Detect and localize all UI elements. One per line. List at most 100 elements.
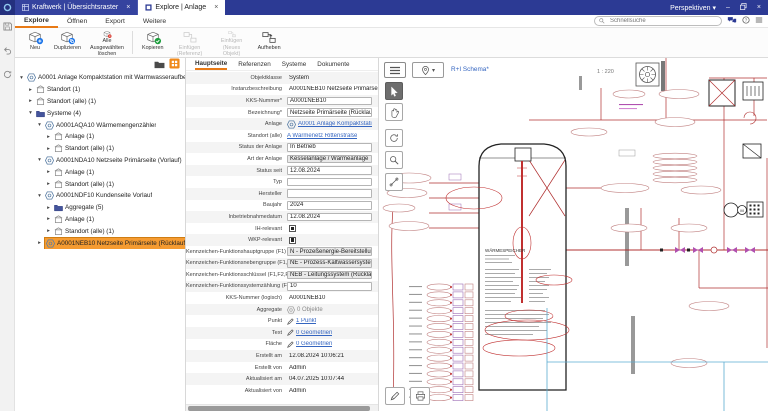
edit-drawing-button[interactable] <box>385 387 405 405</box>
tree-item[interactable]: ▸Anlage (1) <box>15 166 185 178</box>
expander-closed-icon[interactable]: ▸ <box>45 146 52 152</box>
tree-item[interactable]: ▾A0001NDF10 Kundenseite Vorlauf <box>15 190 185 202</box>
expander-closed-icon[interactable]: ▸ <box>45 216 52 222</box>
expander-open-icon[interactable]: ▾ <box>36 193 43 199</box>
alle-loeschen-button[interactable]: Alle Ausgewählten löschen <box>86 28 128 57</box>
expander-closed-icon[interactable]: ▸ <box>45 134 52 140</box>
property-input[interactable]: 2024 <box>287 201 372 210</box>
tab-kraftwerk[interactable]: Kraftwerk | Übersichtsraster × <box>15 0 138 15</box>
tree-item[interactable]: ▸Anlage (1) <box>15 131 185 143</box>
property-select[interactable]: Kesselanlage / Wärmeanlage <box>287 155 372 164</box>
property-input[interactable]: Netzseite Primärseite (Rücklauf) <box>287 108 372 117</box>
refresh-view-button[interactable] <box>385 129 403 147</box>
close-button[interactable]: × <box>757 4 761 11</box>
tree-item[interactable]: ▸Anlage (1) <box>15 214 185 226</box>
tree-item[interactable]: ▾A0001AQA10 Wärmemengenzähler <box>15 119 185 131</box>
chat-icon[interactable] <box>727 16 737 26</box>
close-tab-icon[interactable]: × <box>126 4 130 11</box>
pid-schematic[interactable]: 1 : 220 <box>379 58 768 411</box>
duplizieren-button[interactable]: Duplizieren <box>49 28 86 57</box>
tree-item[interactable]: ▸Aggregate (5) <box>15 202 185 214</box>
property-select[interactable]: N - Prozeßenergie-Bereitstellung für kra… <box>287 247 372 256</box>
button-label: Aufheben <box>258 45 281 51</box>
scheme-link[interactable]: R+I Schema* <box>451 66 489 73</box>
save-icon[interactable] <box>3 18 12 36</box>
print-button[interactable] <box>410 387 430 405</box>
quick-search[interactable] <box>594 16 722 26</box>
checkbox[interactable] <box>289 225 296 232</box>
property-input[interactable]: A0001NEB10 <box>287 97 372 106</box>
tree-item[interactable]: ▾A0001 Anlage Kompaktstation mit Warmwas… <box>15 72 185 84</box>
expander-open-icon[interactable]: ▾ <box>36 157 43 163</box>
tree-item[interactable]: ▸A0001NEB10 Netzseite Primärseite (Rückl… <box>15 237 185 249</box>
tree-item[interactable]: ▸Standort (1) <box>15 84 185 96</box>
tree-item[interactable]: ▸Standort (alle) (1) <box>15 225 185 237</box>
expander-closed-icon[interactable]: ▸ <box>27 98 34 104</box>
tree-item[interactable]: ▾Systeme (4) <box>15 107 185 119</box>
expander-open-icon[interactable]: ▾ <box>18 75 25 81</box>
tree-item[interactable]: ▸Standort (alle) (1) <box>15 96 185 108</box>
help-icon[interactable]: ? <box>742 16 750 26</box>
neu-button[interactable]: Neu <box>21 28 49 57</box>
minimize-button[interactable]: – <box>726 4 730 11</box>
search-input[interactable] <box>608 17 717 25</box>
property-link[interactable]: 0 Geometrien <box>296 341 332 347</box>
menu-oeffnen[interactable]: Öffnen <box>58 15 96 28</box>
titlebar-controls: Perspektiven ▾ – × <box>670 0 768 15</box>
expander-closed-icon[interactable]: ▸ <box>36 240 43 246</box>
tab-explore-anlage[interactable]: Explore | Anlage × <box>138 0 225 15</box>
property-link[interactable]: A0001 Anlage Kompaktstation mit Warmwass… <box>298 121 372 127</box>
expander-closed-icon[interactable]: ▸ <box>45 228 52 234</box>
property-input[interactable]: 10 <box>287 282 372 291</box>
expander-closed-icon[interactable]: ▸ <box>45 169 52 175</box>
tab-hauptseite[interactable]: Hauptseite <box>195 58 227 70</box>
checkbox[interactable] <box>289 237 296 244</box>
menu-export[interactable]: Export <box>96 15 134 28</box>
button-label: Neu <box>30 45 40 51</box>
menu-weitere[interactable]: Weitere <box>134 15 175 28</box>
horizontal-scrollbar[interactable] <box>186 404 378 411</box>
tab-referenzen[interactable]: Referenzen <box>238 58 271 70</box>
tree-item[interactable]: ▸Standort (alle) (1) <box>15 178 185 190</box>
einfuegen-referenz-button[interactable]: Einfügen (Referenz) <box>169 28 211 57</box>
einfuegen-neues-objekt-button[interactable]: Einfügen (Neues Objekt) <box>211 28 253 57</box>
perspektiven-menu[interactable]: Perspektiven ▾ <box>670 4 716 12</box>
viewer-menu-button[interactable] <box>384 62 406 78</box>
property-input[interactable]: 12.08.2024 <box>287 213 372 222</box>
expander-open-icon[interactable]: ▾ <box>27 110 34 116</box>
pan-tool-button[interactable] <box>385 103 403 121</box>
close-tab-icon[interactable]: × <box>214 4 218 11</box>
tab-dokumente[interactable]: Dokumente <box>317 58 349 70</box>
tab-systeme[interactable]: Systeme <box>282 58 307 70</box>
expander-closed-icon[interactable]: ▸ <box>45 205 52 211</box>
tree-item[interactable]: ▾A0001NDA10 Netzseite Primärseite (Vorla… <box>15 155 185 167</box>
hamburger-icon[interactable] <box>755 16 763 26</box>
kopieren-button[interactable]: Kopieren <box>137 28 169 57</box>
property-input[interactable] <box>287 178 372 187</box>
property-link[interactable]: 0 Geometrien <box>296 330 332 336</box>
menu-explore[interactable]: Explore <box>15 15 58 28</box>
location-dropdown[interactable]: ▾ <box>412 62 444 78</box>
tree-item-content: A0001NDF10 Kundenseite Vorlauf <box>45 190 152 202</box>
property-count[interactable]: 0 Objekte <box>297 307 323 313</box>
restore-button[interactable] <box>740 3 747 12</box>
zoom-tool-button[interactable] <box>385 151 403 169</box>
select-tool-button[interactable] <box>385 82 403 100</box>
tree-item[interactable]: ▸Standort (alle) (1) <box>15 143 185 155</box>
property-input[interactable] <box>287 189 372 198</box>
aufheben-button[interactable]: Aufheben <box>253 28 286 57</box>
measure-tool-button[interactable] <box>385 173 403 191</box>
expander-closed-icon[interactable]: ▸ <box>45 181 52 187</box>
property-link[interactable]: 1 Punkt <box>296 318 316 324</box>
expander-closed-icon[interactable]: ▸ <box>27 87 34 93</box>
refresh-icon[interactable] <box>3 66 12 84</box>
property-link[interactable]: A Wärmenetz Rittenstraße <box>287 133 357 139</box>
undo-icon[interactable] <box>3 42 12 60</box>
app-logo-icon[interactable] <box>0 0 15 15</box>
property-select[interactable]: NEB - Leitungssystem (Rücklauf) <box>287 271 372 280</box>
property-select[interactable]: NE - Prozess-Kaltwassersystem <box>287 259 372 268</box>
scrollbar-thumb[interactable] <box>188 406 370 411</box>
property-input[interactable]: 12.08.2024 <box>287 166 372 175</box>
expander-open-icon[interactable]: ▾ <box>36 122 43 128</box>
property-input[interactable]: In Betrieb <box>287 143 372 152</box>
